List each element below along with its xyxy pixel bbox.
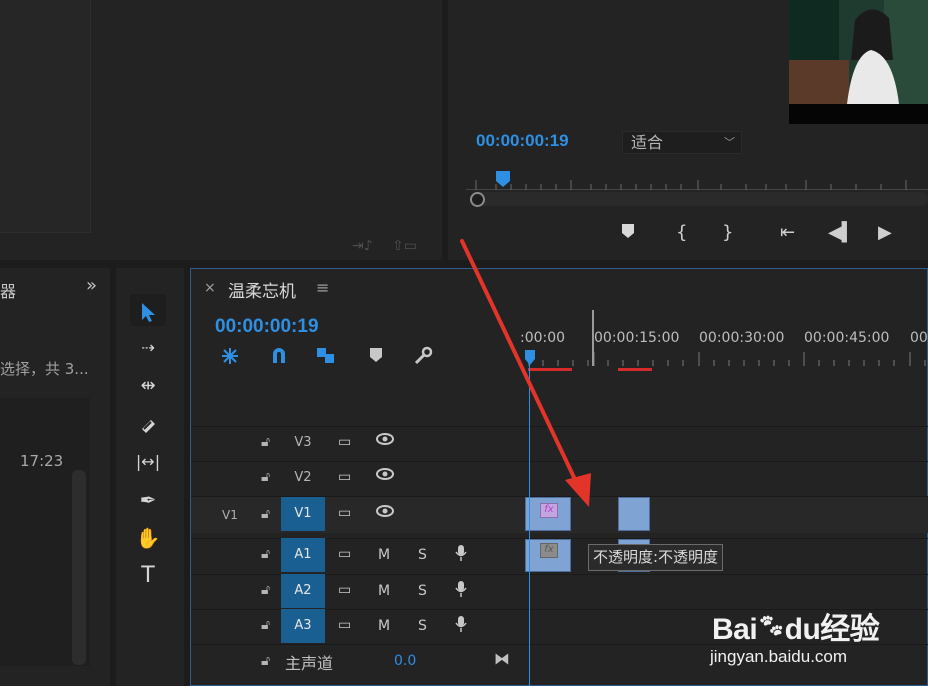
track-name-v2[interactable]: V2	[281, 461, 325, 495]
track-name-v1[interactable]: V1	[281, 497, 325, 531]
program-video-frame	[789, 0, 928, 124]
mark-in-icon[interactable]: {	[676, 222, 687, 243]
lock-icon[interactable]: 🔓︎	[261, 434, 270, 450]
program-timecode[interactable]: 00:00:00:19	[476, 131, 569, 151]
video-clip[interactable]	[618, 497, 650, 531]
film-icon[interactable]: ▭	[338, 505, 351, 521]
ruler-label: 00	[910, 330, 928, 346]
annotation-arrow	[460, 239, 591, 507]
track-select-icon[interactable]: ⇢	[130, 332, 166, 364]
lock-icon[interactable]: 🔓︎	[261, 469, 270, 485]
hand-icon[interactable]: ✋	[130, 522, 166, 554]
film-icon[interactable]: ▭	[338, 434, 351, 450]
menu-icon[interactable]: ≡	[316, 278, 329, 297]
pen-icon[interactable]: ✒	[130, 484, 166, 516]
film-icon[interactable]: ▭	[338, 469, 351, 485]
slip-icon[interactable]: |↔|	[130, 446, 166, 478]
watermark-url: jingyan.baidu.com	[710, 647, 848, 666]
watermark-brand-pre: Bai	[712, 613, 758, 646]
track-name-a1[interactable]: A1	[281, 538, 325, 572]
program-zoom-scrollbar[interactable]	[470, 192, 928, 206]
lock-icon[interactable]: 🔓︎	[261, 653, 270, 669]
overwrite-icon[interactable]: ⇧▭	[392, 238, 417, 254]
paw-icon: 🐾︎	[757, 613, 785, 638]
fx-badge: fx	[540, 543, 558, 558]
work-area-bar	[618, 368, 652, 371]
marker-icon[interactable]	[368, 346, 384, 368]
watermark-brand-post: 经验	[820, 613, 880, 646]
add-marker-icon[interactable]	[620, 222, 636, 245]
go-to-end-icon[interactable]: ⧓	[494, 649, 510, 668]
eye-icon[interactable]	[376, 505, 394, 521]
sync-lock-icon[interactable]: ▭	[338, 546, 351, 562]
selection-arrow-icon[interactable]	[130, 294, 166, 326]
sync-lock-icon[interactable]: ▭	[338, 582, 351, 598]
mute-button[interactable]: M	[378, 618, 390, 634]
panel-overflow-icon[interactable]: »	[86, 275, 97, 296]
clip-duration: 17:23	[20, 452, 64, 470]
ruler-label: 00:00:45:00	[804, 330, 890, 346]
ruler-label: 00:00:15:00	[594, 330, 680, 346]
project-scrollbar[interactable]	[72, 470, 86, 665]
baidu-watermark: Bai🐾︎du经验	[712, 604, 880, 648]
zoom-handle[interactable]	[470, 192, 485, 207]
audio-clip[interactable]: fx	[525, 539, 571, 572]
master-track-label: 主声道	[285, 654, 334, 673]
eye-icon[interactable]	[376, 433, 394, 449]
eye-icon[interactable]	[376, 468, 394, 484]
lock-icon[interactable]: 🔓︎	[261, 617, 270, 633]
sequence-tab-title[interactable]: 温柔忘机	[228, 277, 296, 302]
track-name-a2[interactable]: A2	[281, 574, 325, 608]
timeline-timecode[interactable]: 00:00:00:19	[215, 316, 319, 338]
mic-icon[interactable]	[455, 580, 467, 602]
razor-icon[interactable]	[130, 408, 166, 440]
mute-button[interactable]: M	[378, 583, 390, 599]
mic-icon[interactable]	[455, 544, 467, 566]
step-back-icon[interactable]: ◀▍	[828, 222, 856, 243]
fit-value: 适合	[631, 133, 664, 152]
lock-icon[interactable]: 🔓︎	[261, 582, 270, 598]
mic-icon[interactable]	[455, 615, 467, 637]
go-to-in-icon[interactable]: ⇤	[780, 222, 795, 243]
ruler-label: 00:00:30:00	[699, 330, 785, 346]
insert-icon[interactable]: ⇥♪	[352, 238, 373, 254]
play-icon[interactable]: ▶	[878, 222, 892, 243]
fit-dropdown[interactable]: 适合 ﹀	[622, 131, 742, 154]
mute-button[interactable]: M	[378, 547, 390, 563]
type-icon[interactable]: T	[130, 560, 166, 592]
sync-lock-icon[interactable]: ▭	[338, 617, 351, 633]
source-patch-v1[interactable]: V1	[222, 508, 238, 522]
mark-out-icon[interactable]: }	[722, 222, 733, 243]
project-tab-label[interactable]: 器	[0, 278, 16, 302]
track-name-v3[interactable]: V3	[281, 426, 325, 460]
tooltip: 不透明度:不透明度	[588, 544, 724, 571]
solo-button[interactable]: S	[418, 583, 427, 599]
wrench-icon[interactable]	[413, 346, 433, 370]
close-icon[interactable]: ×	[204, 280, 216, 296]
ripple-edit-icon[interactable]: ⇹	[130, 370, 166, 402]
lock-icon[interactable]: 🔓︎	[261, 546, 270, 562]
source-monitor-view	[0, 0, 91, 233]
watermark-brand-mid: du	[784, 613, 821, 646]
nest-toggle-icon[interactable]	[220, 346, 240, 370]
program-time-ruler[interactable]	[466, 176, 928, 190]
master-volume-value[interactable]: 0.0	[394, 653, 416, 669]
solo-button[interactable]: S	[418, 547, 427, 563]
snap-icon[interactable]	[270, 346, 288, 368]
linked-selection-icon[interactable]	[316, 346, 336, 368]
lock-icon[interactable]: 🔓︎	[261, 506, 270, 522]
selection-info: 选择，共 3...	[0, 360, 89, 378]
program-playhead[interactable]	[495, 171, 511, 188]
track-name-a3[interactable]: A3	[281, 609, 325, 643]
solo-button[interactable]: S	[418, 618, 427, 634]
chevron-down-icon: ﹀	[724, 136, 735, 149]
